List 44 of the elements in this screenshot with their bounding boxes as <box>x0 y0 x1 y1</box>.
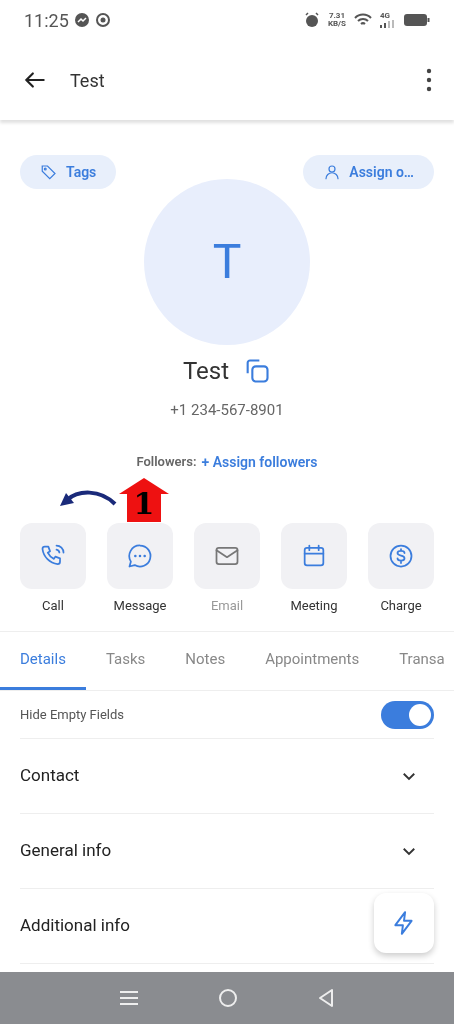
phone-number: +1 234-567-8901 <box>170 400 284 421</box>
message-action-button[interactable] <box>107 522 173 589</box>
toggle-switch[interactable] <box>381 700 434 729</box>
action-label: Email <box>210 596 244 615</box>
signal-icon <box>380 20 396 28</box>
action-label: Message <box>113 596 167 615</box>
alarm-icon <box>303 12 320 28</box>
messenger-icon <box>73 12 90 28</box>
tab[interactable]: Details <box>0 632 86 690</box>
section-title[interactable]: Contact <box>20 763 80 789</box>
tab[interactable]: Appointments <box>245 632 380 690</box>
menu-icon[interactable] <box>120 990 138 1006</box>
hide-empty-label: Hide Empty Fields <box>20 705 125 724</box>
network-speed: 7.31 <box>328 12 345 20</box>
tab[interactable]: Tasks <box>85 632 166 690</box>
charge-action-button[interactable] <box>368 522 434 589</box>
more-options-icon[interactable] <box>426 68 432 92</box>
action-label: Meeting <box>290 596 338 615</box>
quick-action-button[interactable] <box>374 893 434 953</box>
section-title[interactable]: Additional info <box>20 913 130 939</box>
section-title[interactable]: General info <box>20 838 112 864</box>
tags-chip[interactable]: Tags <box>20 155 117 189</box>
home-icon[interactable] <box>218 988 238 1008</box>
assign-owner-chip[interactable]: Assign o… <box>303 155 434 189</box>
wifi-icon <box>354 12 372 28</box>
battery-icon <box>404 13 430 27</box>
clock-time: 11:25 <box>24 8 69 33</box>
followers-label: Followers: <box>136 453 197 472</box>
action-label: Call <box>42 596 64 615</box>
meeting-action-button[interactable] <box>281 522 347 589</box>
call-action-button[interactable] <box>20 522 86 589</box>
tab[interactable]: Notes <box>165 632 246 690</box>
avatar: T <box>144 179 310 345</box>
speed-unit: KB/S <box>327 20 346 28</box>
assign-followers-link[interactable]: + Assign followers <box>201 451 318 473</box>
screen-title: Test <box>70 68 105 93</box>
contact-name: Test <box>182 356 230 387</box>
tab[interactable]: Transa <box>379 632 454 690</box>
network-type: 4G <box>380 12 391 20</box>
back-icon[interactable] <box>318 988 334 1008</box>
person-icon <box>323 163 342 181</box>
action-label: Charge <box>380 596 422 615</box>
target-icon <box>94 12 111 28</box>
tag-icon <box>40 163 58 181</box>
